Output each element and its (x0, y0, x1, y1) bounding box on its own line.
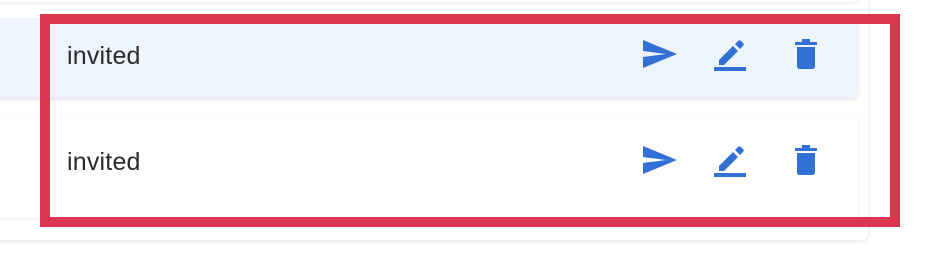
edit-icon[interactable] (710, 140, 750, 180)
send-icon[interactable] (640, 34, 680, 74)
list-item[interactable]: invited (0, 114, 858, 218)
send-icon[interactable] (640, 140, 680, 180)
list-item[interactable]: invited (0, 18, 858, 98)
previous-row (0, 0, 858, 2)
status-text: invited (67, 148, 141, 176)
status-text: invited (67, 42, 141, 70)
delete-icon[interactable] (786, 34, 826, 74)
edit-icon[interactable] (710, 34, 750, 74)
delete-icon[interactable] (786, 140, 826, 180)
